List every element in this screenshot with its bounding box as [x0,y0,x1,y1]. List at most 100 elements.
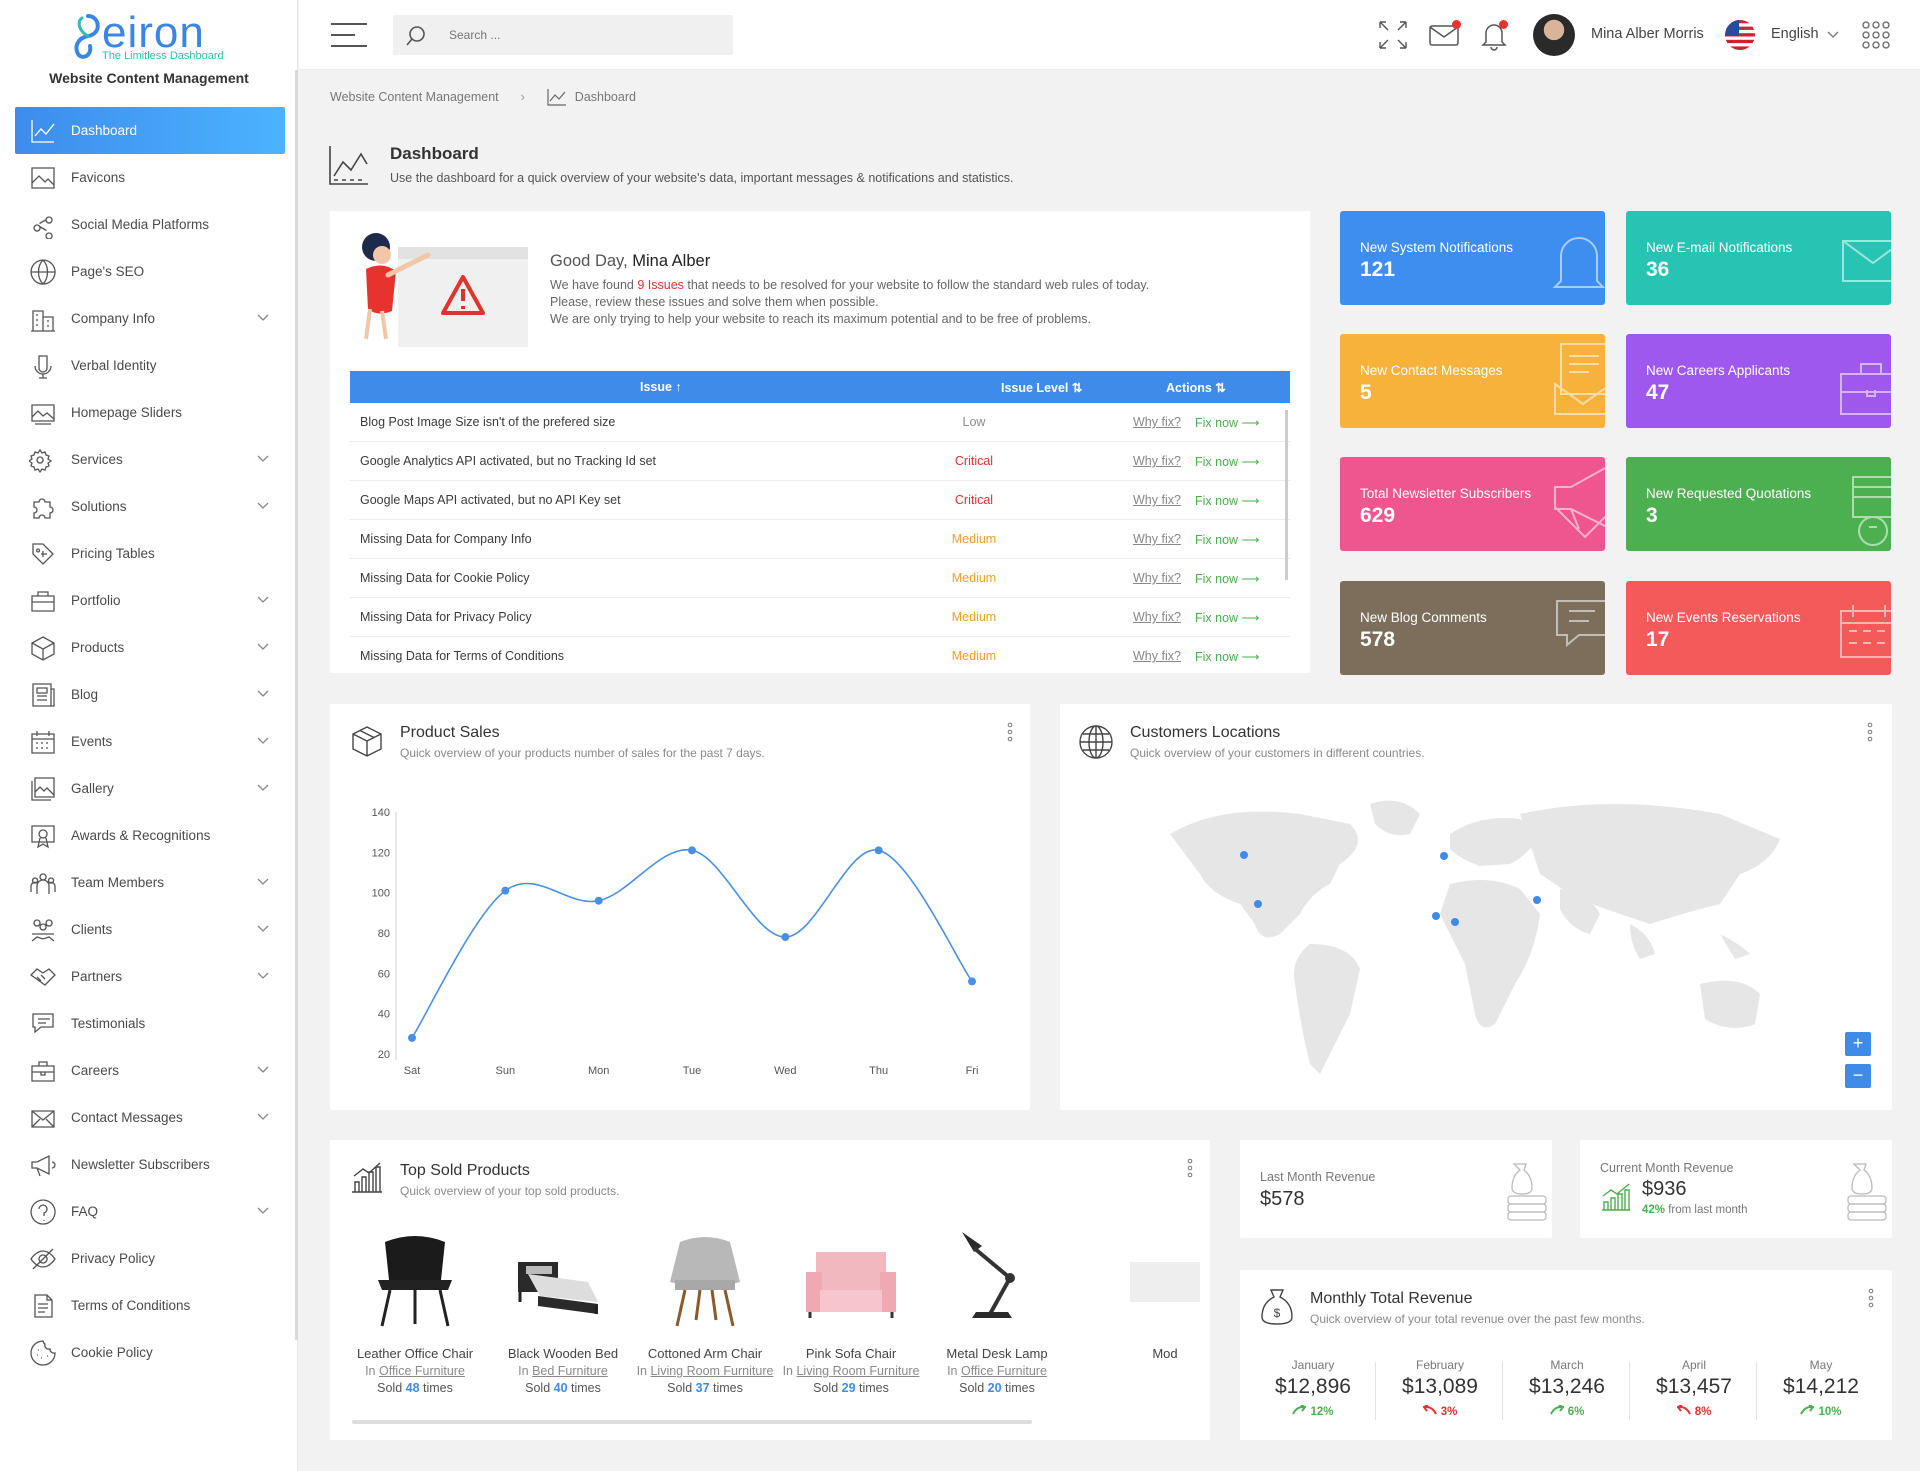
chevron-down-icon[interactable] [257,453,269,465]
chevron-down-icon[interactable] [257,876,269,888]
chevron-down-icon[interactable] [257,500,269,512]
more-options-icon[interactable] [1868,1288,1874,1308]
sidebar-item-company-info[interactable]: Company Info [15,295,285,342]
language-selector[interactable]: English [1771,26,1819,42]
data-point[interactable] [408,1033,416,1042]
chevron-down-icon[interactable] [257,594,269,606]
sidebar-item-products[interactable]: Products [15,624,285,671]
breadcrumb-root[interactable]: Website Content Management [330,90,499,104]
chevron-down-icon[interactable] [257,1111,269,1123]
chevron-down-icon[interactable] [257,923,269,935]
avatar[interactable] [1533,14,1575,56]
chevron-down-icon[interactable] [257,782,269,794]
data-point[interactable] [501,886,510,895]
category-link[interactable]: Office Furniture [961,1364,1047,1378]
stat-tile-new-careers-applicants[interactable]: New Careers Applicants 47 [1626,334,1891,428]
sidebar-item-clients[interactable]: Clients [15,906,285,953]
sidebar-item-pricing-tables[interactable]: Pricing Tables [15,530,285,577]
chevron-down-icon[interactable] [257,1205,269,1217]
sidebar-item-awards-recognitions[interactable]: Awards & Recognitions [15,812,285,859]
chevron-down-icon[interactable] [257,970,269,982]
search-input[interactable] [449,23,719,47]
data-point[interactable] [594,896,603,905]
sidebar-item-testimonials[interactable]: Testimonials [15,1000,285,1047]
chevron-down-icon[interactable] [1827,30,1839,40]
more-options-icon[interactable] [1007,722,1013,742]
us-flag-icon[interactable] [1725,20,1755,50]
why-fix-link[interactable]: Why fix? [1133,610,1181,624]
sidebar-scrollbar[interactable] [295,70,298,1340]
sidebar-item-gallery[interactable]: Gallery [15,765,285,812]
fullscreen-icon[interactable] [1376,18,1410,52]
sidebar-item-events[interactable]: Events [15,718,285,765]
category-link[interactable]: Living Room Furniture [650,1364,773,1378]
user-name[interactable]: Mina Alber Morris [1591,26,1704,42]
product-item[interactable]: Mod [1080,1222,1210,1361]
data-point[interactable] [874,846,883,855]
brand-logo[interactable]: eiron The Limitless Dashboard [70,8,240,64]
sidebar-item-team-members[interactable]: Team Members [15,859,285,906]
chevron-down-icon[interactable] [257,735,269,747]
data-point[interactable] [688,846,696,855]
category-link[interactable]: Bed Furniture [532,1364,608,1378]
fix-now-link[interactable]: Fix now ⟶ [1195,532,1259,547]
sidebar-item-careers[interactable]: Careers [15,1047,285,1094]
product-item[interactable]: Metal Desk Lamp In Office Furniture Sold 2… [912,1222,1082,1395]
sidebar-item-page-s-seo[interactable]: Page's SEO [15,248,285,295]
more-options-icon[interactable] [1867,722,1873,742]
stat-tile-new-contact-messages[interactable]: New Contact Messages 5 [1340,334,1605,428]
data-point[interactable] [781,933,790,942]
world-map[interactable] [1160,794,1800,1094]
stat-tile-total-newsletter-subscribers[interactable]: Total Newsletter Subscribers 629 [1340,457,1605,551]
sidebar-item-social-media-platforms[interactable]: Social Media Platforms [15,201,285,248]
why-fix-link[interactable]: Why fix? [1133,493,1181,507]
sidebar-item-newsletter-subscribers[interactable]: Newsletter Subscribers [15,1141,285,1188]
sidebar-item-favicons[interactable]: Favicons [15,154,285,201]
sidebar-item-partners[interactable]: Partners [15,953,285,1000]
zoom-out-button[interactable]: − [1845,1064,1871,1088]
product-item[interactable]: Leather Office Chair In Office Furniture S… [330,1222,500,1395]
why-fix-link[interactable]: Why fix? [1133,532,1181,546]
sidebar-item-verbal-identity[interactable]: Verbal Identity [15,342,285,389]
actions-column-header[interactable]: Actions ⇅ [1166,380,1226,395]
why-fix-link[interactable]: Why fix? [1133,454,1181,468]
why-fix-link[interactable]: Why fix? [1133,649,1181,663]
chevron-down-icon[interactable] [257,1064,269,1076]
stat-tile-new-events-reservations[interactable]: New Events Reservations 17 [1626,581,1891,675]
chevron-down-icon[interactable] [257,641,269,653]
fix-now-link[interactable]: Fix now ⟶ [1195,493,1259,508]
fix-now-link[interactable]: Fix now ⟶ [1195,571,1259,586]
sidebar-item-terms-of-conditions[interactable]: Terms of Conditions [15,1282,285,1329]
category-link[interactable]: Office Furniture [379,1364,465,1378]
stat-tile-new-e-mail-notifications[interactable]: New E-mail Notifications 36 [1626,211,1891,305]
level-column-header[interactable]: Issue Level ⇅ [1001,380,1082,395]
search-icon[interactable] [405,25,427,47]
sidebar-item-solutions[interactable]: Solutions [15,483,285,530]
fix-now-link[interactable]: Fix now ⟶ [1195,610,1259,625]
fix-now-link[interactable]: Fix now ⟶ [1195,415,1259,430]
zoom-in-button[interactable]: + [1845,1032,1871,1056]
product-item[interactable]: Cottoned Arm Chair In Living Room Furnitu… [620,1222,790,1395]
category-link[interactable]: Living Room Furniture [796,1364,919,1378]
issues-scrollbar[interactable] [1285,410,1288,580]
apps-grid-icon[interactable] [1861,20,1891,50]
issues-count[interactable]: 9 Issues [637,278,684,292]
sidebar-item-portfolio[interactable]: Portfolio [15,577,285,624]
sidebar-item-homepage-sliders[interactable]: Homepage Sliders [15,389,285,436]
sidebar-item-privacy-policy[interactable]: Privacy Policy [15,1235,285,1282]
chevron-down-icon[interactable] [257,688,269,700]
sidebar-item-services[interactable]: Services [15,436,285,483]
sidebar-item-cookie-policy[interactable]: Cookie Policy [15,1329,285,1376]
fix-now-link[interactable]: Fix now ⟶ [1195,454,1259,469]
sidebar-item-faq[interactable]: FAQ [15,1188,285,1235]
sidebar-item-dashboard[interactable]: Dashboard [15,107,285,154]
sidebar-item-blog[interactable]: Blog [15,671,285,718]
fix-now-link[interactable]: Fix now ⟶ [1195,649,1259,663]
stat-tile-new-system-notifications[interactable]: New System Notifications 121 [1340,211,1605,305]
stat-tile-new-blog-comments[interactable]: New Blog Comments 578 [1340,581,1605,675]
products-scrollbar[interactable] [352,1420,1032,1424]
product-item[interactable]: Pink Sofa Chair In Living Room Furniture S… [766,1222,936,1395]
sidebar-item-contact-messages[interactable]: Contact Messages [15,1094,285,1141]
issue-column-header[interactable]: Issue ↑ [640,380,682,394]
data-point[interactable] [968,977,976,986]
